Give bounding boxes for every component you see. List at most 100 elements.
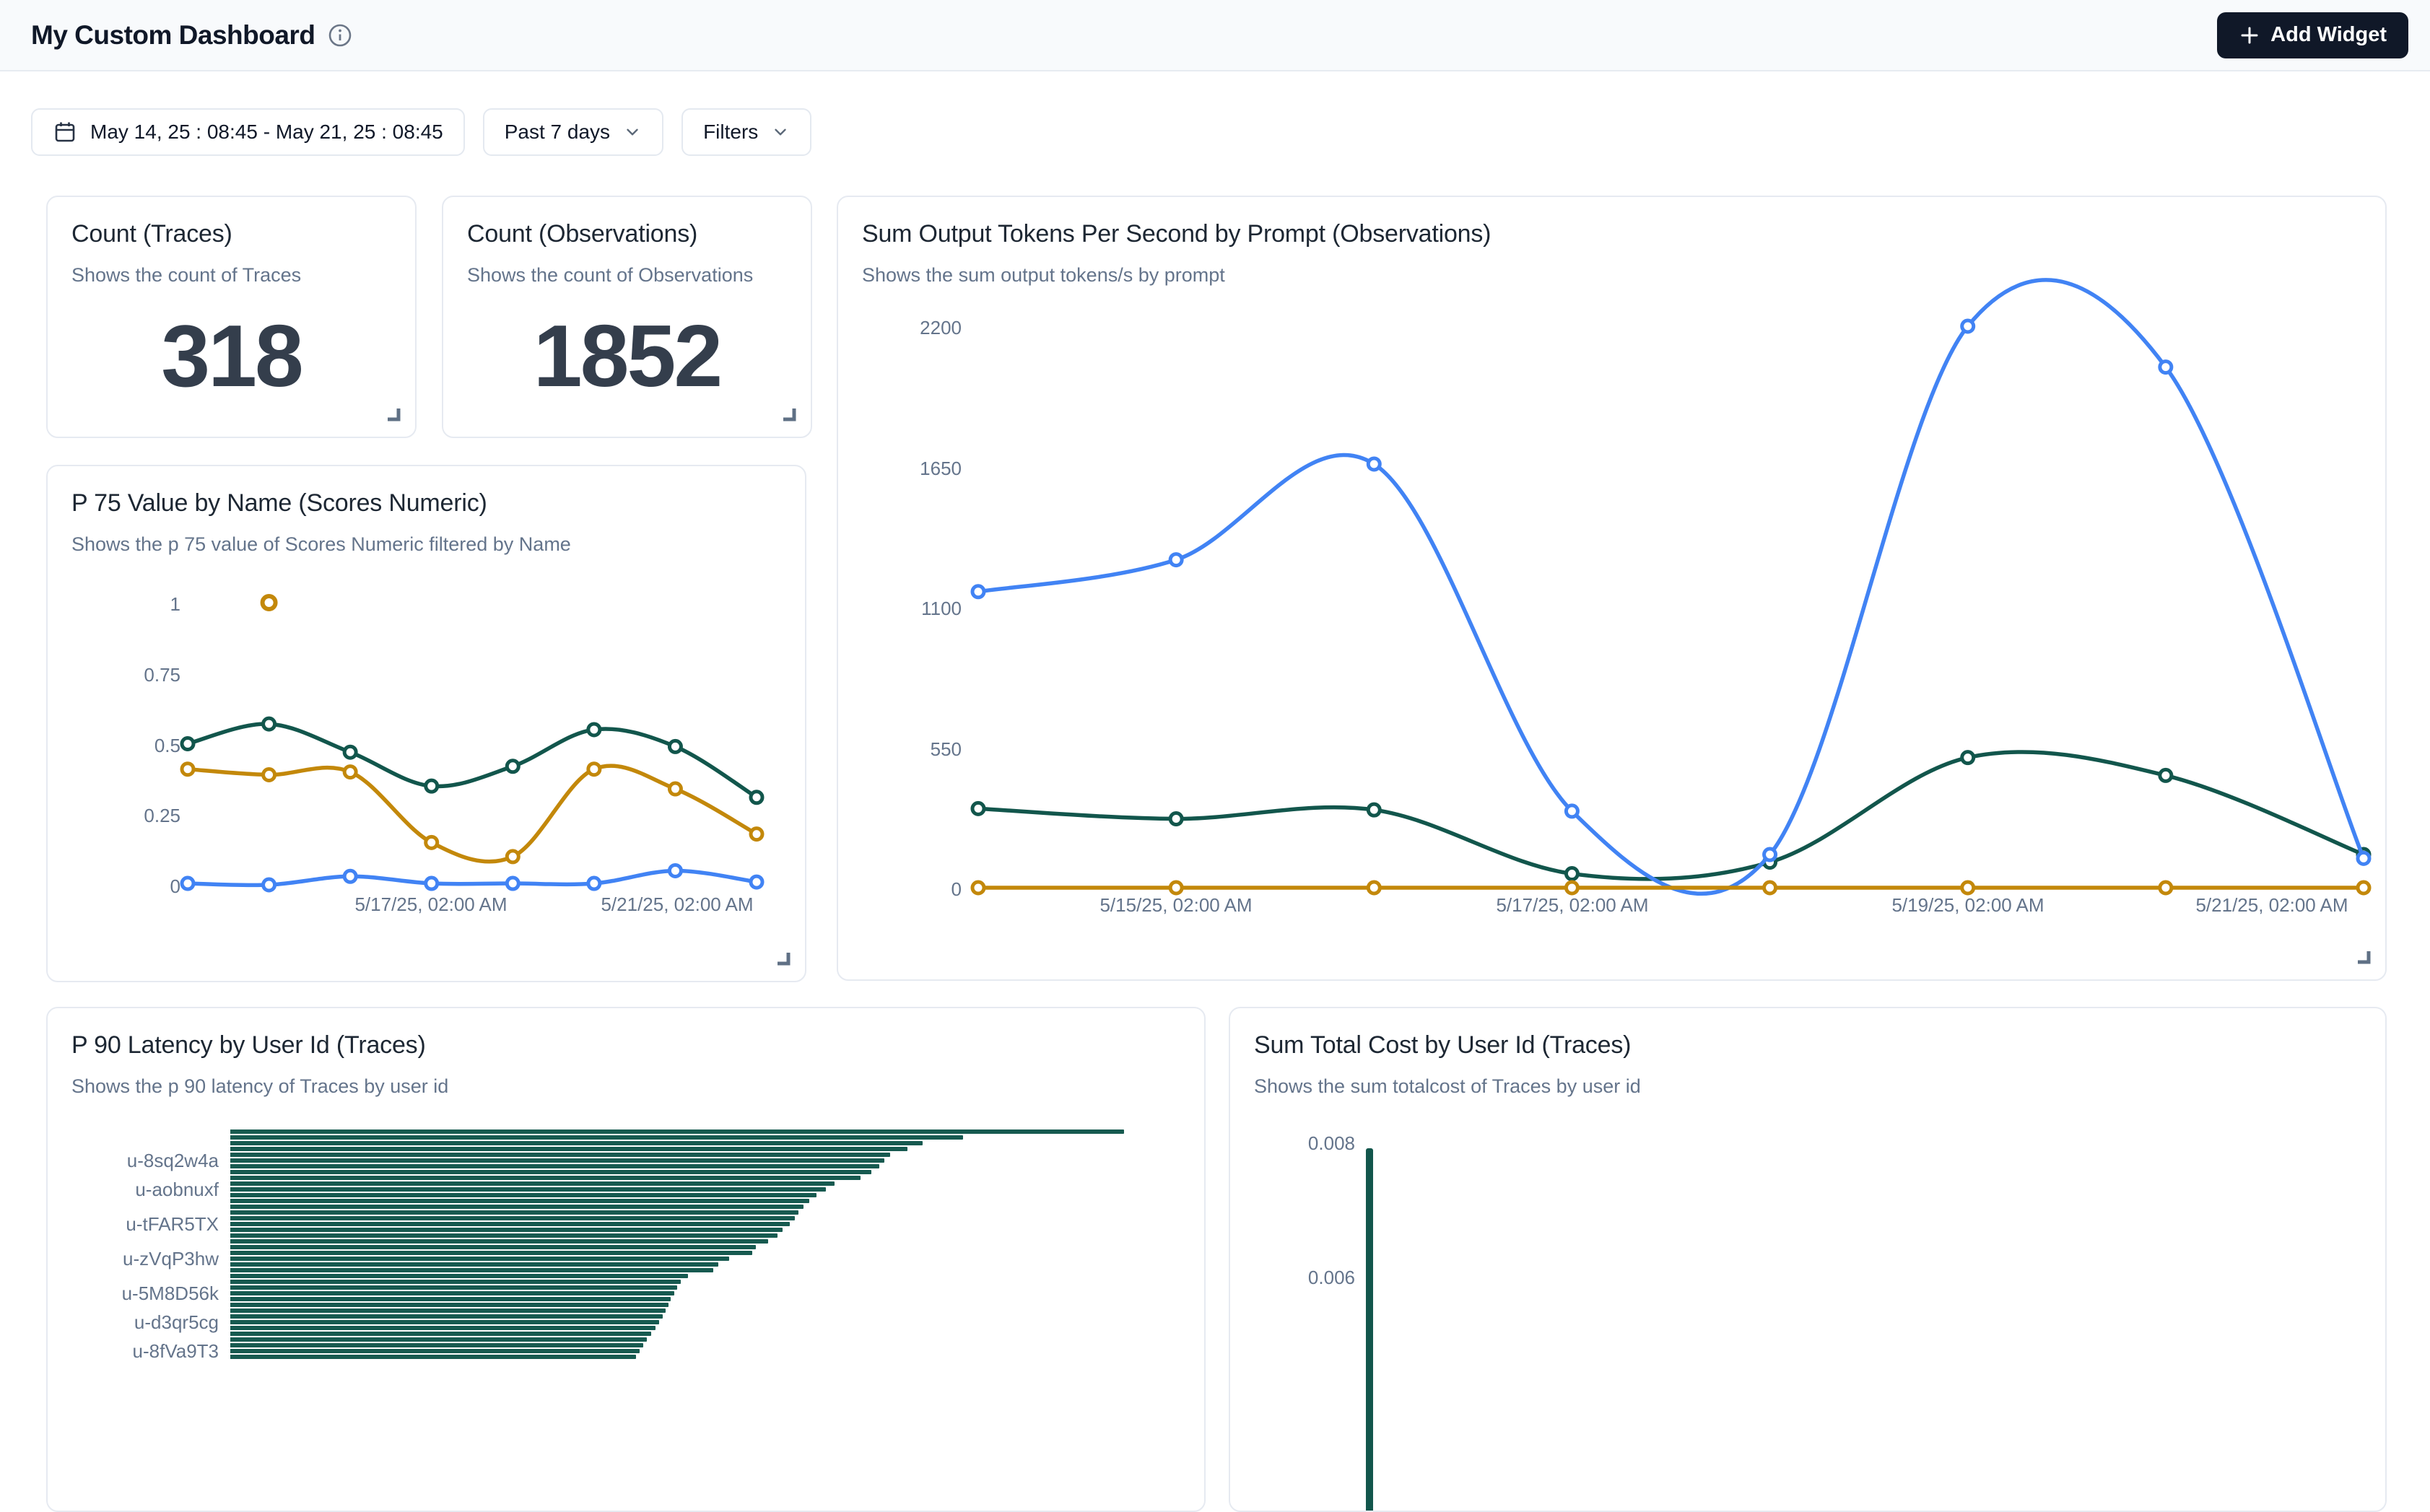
data-point-marker <box>751 829 762 840</box>
latency-bar <box>230 1147 907 1151</box>
data-point-marker <box>1368 804 1380 816</box>
latency-bar <box>230 1199 809 1203</box>
data-point-marker <box>426 836 437 848</box>
data-point-marker <box>1368 882 1380 893</box>
axis-tick-label: 0.25 <box>65 805 180 826</box>
data-point-marker <box>751 792 762 803</box>
axis-tick-label: 0.008 <box>1240 1132 1355 1154</box>
latency-bar <box>230 1222 790 1226</box>
data-point-marker <box>972 882 984 893</box>
data-point-marker <box>1170 882 1182 893</box>
axis-tick-label: 2200 <box>846 317 962 338</box>
axis-tick-label: 550 <box>846 738 962 760</box>
axis-tick-label: 0 <box>846 878 962 900</box>
latency-bar <box>230 1268 713 1272</box>
data-point-marker <box>344 746 356 758</box>
latency-bar <box>230 1210 798 1215</box>
widget-title: P 75 Value by Name (Scores Numeric) <box>71 489 781 517</box>
latency-bar <box>230 1274 688 1278</box>
data-point-marker <box>263 596 276 609</box>
data-point-marker <box>669 783 681 795</box>
data-point-marker <box>182 878 193 889</box>
axis-tick-label: 0.75 <box>65 664 180 686</box>
widget-title: Sum Output Tokens Per Second by Prompt (… <box>862 220 2361 248</box>
latency-bar <box>230 1297 671 1301</box>
axis-tick-label: 5/21/25, 02:00 AM <box>2195 894 2348 916</box>
axis-tick-label: u-5M8D56k <box>48 1282 219 1304</box>
resize-handle-icon[interactable] <box>773 948 792 971</box>
latency-bar <box>230 1245 756 1249</box>
range-preset-value: Past 7 days <box>505 121 610 144</box>
bar-chart <box>230 1129 1162 1360</box>
axis-tick-label: u-tFAR5TX <box>48 1213 219 1235</box>
widget-sum-cost: Sum Total Cost by User Id (Traces) Shows… <box>1229 1007 2387 1512</box>
axis-tick-label: 5/17/25, 02:00 AM <box>354 893 507 915</box>
info-icon[interactable] <box>328 23 352 48</box>
add-widget-button[interactable]: Add Widget <box>2217 12 2408 58</box>
latency-bar <box>230 1332 651 1336</box>
latency-bar <box>230 1233 778 1238</box>
data-point-marker <box>344 870 356 882</box>
data-point-marker <box>2358 882 2369 893</box>
cost-bar <box>1366 1148 1373 1512</box>
data-point-marker <box>426 878 437 889</box>
latency-bar <box>230 1257 729 1261</box>
data-point-marker <box>1962 882 1974 893</box>
data-point-marker <box>1764 882 1776 893</box>
filters-label: Filters <box>703 121 758 144</box>
latency-bar <box>230 1291 674 1295</box>
latency-bar <box>230 1308 666 1313</box>
data-point-marker <box>264 879 275 891</box>
data-point-marker <box>751 876 762 888</box>
widget-subtitle: Shows the sum totalcost of Traces by use… <box>1254 1075 2361 1098</box>
data-point-marker <box>2160 882 2172 893</box>
filters-dropdown[interactable]: Filters <box>681 108 811 156</box>
plus-icon <box>2239 25 2260 46</box>
latency-bar <box>230 1280 681 1284</box>
axis-tick-label: 5/19/25, 02:00 AM <box>1891 894 2044 916</box>
widget-p75-by-name: P 75 Value by Name (Scores Numeric) Show… <box>46 465 806 982</box>
latency-bar <box>230 1164 879 1168</box>
latency-bar <box>230 1262 718 1267</box>
date-range-picker[interactable]: May 14, 25 : 08:45 - May 21, 25 : 08:45 <box>31 108 465 156</box>
chevron-down-icon <box>771 123 790 141</box>
widget-subtitle: Shows the p 90 latency of Traces by user… <box>71 1075 1180 1098</box>
axis-tick-label: 0 <box>65 875 180 897</box>
data-point-marker <box>1170 813 1182 825</box>
latency-bar <box>230 1141 923 1145</box>
widget-subtitle: Shows the count of Observations <box>467 264 787 287</box>
range-preset-dropdown[interactable]: Past 7 days <box>483 108 663 156</box>
line-chart <box>978 326 2364 888</box>
line-series <box>978 752 2364 879</box>
data-point-marker <box>1566 805 1577 817</box>
axis-tick-label: u-8fVa9T3 <box>48 1340 219 1362</box>
latency-bar <box>230 1193 816 1197</box>
data-point-marker <box>182 764 193 775</box>
widget-count-observations: Count (Observations) Shows the count of … <box>442 196 812 438</box>
axis-tick-label: 0.006 <box>1240 1267 1355 1288</box>
data-point-marker <box>1962 752 1974 764</box>
filter-toolbar: May 14, 25 : 08:45 - May 21, 25 : 08:45 … <box>31 108 811 156</box>
axis-tick-label: u-zVqP3hw <box>48 1248 219 1270</box>
resize-handle-icon[interactable] <box>2353 947 2372 969</box>
chevron-down-icon <box>623 123 642 141</box>
latency-bar <box>230 1205 804 1209</box>
resize-handle-icon[interactable] <box>383 404 402 427</box>
latency-bar <box>230 1216 795 1220</box>
widget-title: Count (Traces) <box>71 220 391 248</box>
latency-bar <box>230 1228 783 1232</box>
add-widget-label: Add Widget <box>2270 23 2387 47</box>
widget-subtitle: Shows the count of Traces <box>71 264 391 287</box>
data-point-marker <box>1962 320 1974 332</box>
latency-bar <box>230 1320 659 1324</box>
data-point-marker <box>507 851 518 862</box>
line-series <box>978 280 2364 893</box>
latency-bar <box>230 1153 890 1157</box>
data-point-marker <box>669 740 681 752</box>
resize-handle-icon[interactable] <box>779 404 798 427</box>
latency-bar <box>230 1170 871 1174</box>
latency-bar <box>230 1337 647 1342</box>
axis-tick-label: u-aobnuxf <box>48 1179 219 1200</box>
data-point-marker <box>972 803 984 814</box>
latency-bar <box>230 1251 752 1255</box>
